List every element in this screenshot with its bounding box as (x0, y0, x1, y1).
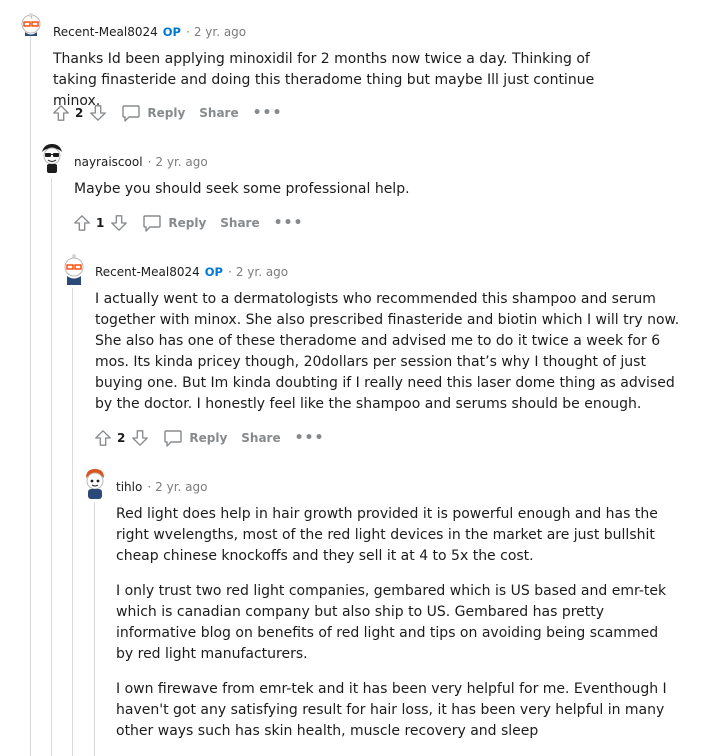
comment-paragraph: I only trust two red light companies, ge… (116, 583, 667, 662)
op-badge: OP (162, 25, 181, 39)
snoo-avatar-icon[interactable] (81, 466, 109, 500)
reply-button[interactable]: Reply (163, 428, 227, 448)
more-options-icon[interactable]: ••• (253, 106, 283, 120)
meta-separator: · (185, 25, 190, 39)
snoo-avatar-icon[interactable] (38, 142, 66, 174)
downvote-icon (132, 430, 149, 446)
snoo-avatar-icon[interactable] (18, 12, 44, 38)
upvote-button[interactable] (92, 427, 114, 449)
upvote-button[interactable] (50, 102, 72, 124)
more-options-icon[interactable]: ••• (274, 216, 304, 230)
upvote-icon (74, 215, 90, 231)
comment-paragraph: I own firewave from emr-tek and it has b… (116, 681, 667, 739)
comment-paragraph: I actually went to a dermatologists who … (95, 291, 680, 412)
timestamp[interactable]: 2 yr. ago (236, 265, 288, 279)
thread-line-1[interactable] (30, 36, 31, 756)
upvote-button[interactable] (71, 212, 93, 234)
downvote-icon (111, 215, 128, 231)
downvote-button[interactable] (87, 102, 109, 124)
author-name[interactable]: Recent-Meal8024 (95, 265, 200, 279)
meta-separator: · (147, 480, 152, 494)
comment-meta: Recent-Meal8024 OP · 2 yr. ago (95, 262, 288, 282)
timestamp[interactable]: 2 yr. ago (155, 155, 207, 169)
thread-line-2[interactable] (51, 178, 52, 756)
reply-label: Reply (168, 216, 207, 230)
comment-actions: 1 Reply Share ••• (71, 211, 303, 235)
timestamp[interactable]: 2 yr. ago (194, 25, 246, 39)
downvote-button[interactable] (129, 427, 151, 449)
upvote-icon (53, 105, 69, 121)
upvote-icon (95, 430, 111, 446)
meta-separator: · (227, 265, 232, 279)
vote-score: 1 (96, 216, 105, 230)
comment-meta: Recent-Meal8024 OP · 2 yr. ago (53, 22, 246, 42)
comment-meta: tihlo · 2 yr. ago (116, 477, 207, 497)
timestamp[interactable]: 2 yr. ago (155, 480, 207, 494)
reply-label: Reply (189, 431, 228, 445)
comment-bubble-icon (143, 215, 162, 232)
comment-actions: 2 Reply Share ••• (50, 101, 282, 125)
comment-bubble-icon (164, 430, 183, 447)
more-options-icon[interactable]: ••• (295, 431, 325, 445)
vote-score: 2 (117, 431, 126, 445)
comment-body: I actually went to a dermatologists who … (95, 289, 683, 415)
comment-body: Maybe you should seek some professional … (74, 179, 634, 200)
share-button[interactable]: Share (220, 216, 259, 230)
comment-actions: 2 Reply Share ••• (92, 426, 324, 450)
vote-score: 2 (75, 106, 84, 120)
share-button[interactable]: Share (199, 106, 238, 120)
comment-paragraph: Red light does help in hair growth provi… (116, 506, 658, 564)
comment-paragraph: Maybe you should seek some professional … (74, 181, 410, 197)
downvote-button[interactable] (108, 212, 130, 234)
reply-label: Reply (147, 106, 186, 120)
comment-meta: nayraiscool · 2 yr. ago (74, 152, 208, 172)
author-name[interactable]: tihlo (116, 480, 142, 494)
comment-body: Red light does help in hair growth provi… (116, 504, 676, 742)
author-name[interactable]: Recent-Meal8024 (53, 25, 158, 39)
thread-line-3[interactable] (72, 288, 73, 756)
snoo-avatar-icon[interactable] (60, 252, 88, 286)
downvote-icon (90, 105, 107, 121)
reply-button[interactable]: Reply (121, 103, 185, 123)
meta-separator: · (147, 155, 152, 169)
reply-button[interactable]: Reply (142, 213, 206, 233)
author-name[interactable]: nayraiscool (74, 155, 143, 169)
share-button[interactable]: Share (241, 431, 280, 445)
comment-bubble-icon (122, 105, 141, 122)
thread-line-4[interactable] (94, 502, 95, 756)
op-badge: OP (204, 265, 223, 279)
